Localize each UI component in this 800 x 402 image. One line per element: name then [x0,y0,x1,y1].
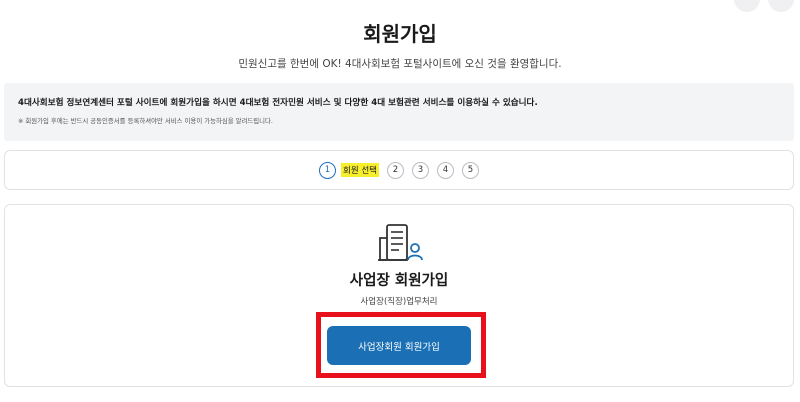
step-4: 4 [436,161,454,179]
page-title: 회원가입 [363,22,437,46]
building-user-icon [378,224,423,261]
step-1: 1 [319,161,336,179]
corner-circle-button[interactable] [734,0,760,12]
page-subtitle: 민원신고를 한번에 OK! 4대사회보험 포털사이트에 오신 것을 환영합니다. [238,58,562,70]
notice-sub-text: ※ 회원가입 후에는 반드시 공동인증서를 등록하셔야만 서비스 이용이 가능하… [18,117,273,125]
business-join-button[interactable]: 사업장회원 회원가입 [327,326,471,365]
step-1-label: 회원 선택 [341,163,379,177]
card-title: 사업장 회원가입 [349,273,449,289]
business-member-card: 사업장 회원가입 사업장(직장)업무처리 사업장회원 회원가입 [4,204,794,387]
step-2: 2 [386,161,404,179]
step-3: 3 [411,161,429,179]
corner-circle-button[interactable] [768,0,794,12]
notice-main-text: 4대사회보험 정보연계센터 포털 사이트에 회원가입을 하시면 4대보험 전자민… [18,98,538,108]
step-indicator: 1 회원 선택 2 3 4 5 [4,150,794,190]
step-5: 5 [461,161,479,179]
card-description: 사업장(직장)업무처리 [360,297,438,307]
notice-box: 4대사회보험 정보연계센터 포털 사이트에 회원가입을 하시면 4대보험 전자민… [4,83,794,141]
